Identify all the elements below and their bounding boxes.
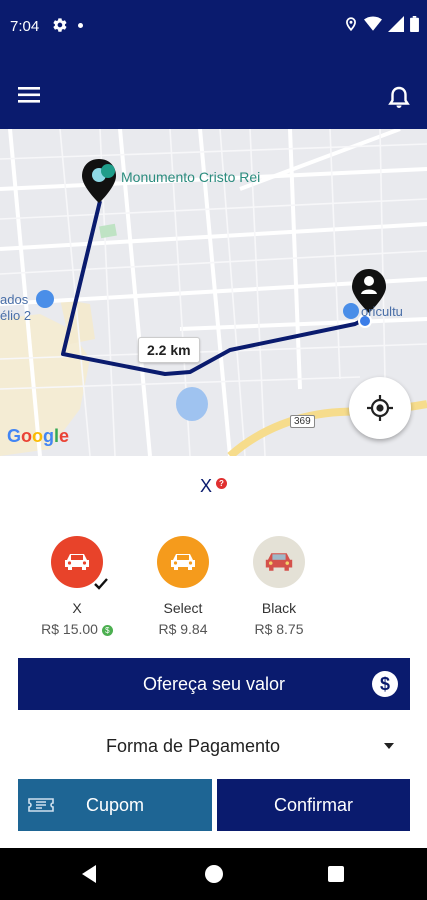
car-x-price: R$ 15.00 $	[27, 621, 127, 637]
ticket-icon	[28, 798, 54, 812]
car-icon	[65, 554, 89, 570]
location-pin-icon	[346, 17, 356, 32]
back-icon[interactable]	[80, 864, 98, 884]
cash-icon: $	[101, 624, 113, 636]
car-icon	[265, 553, 293, 571]
status-bar: 7:04	[0, 0, 427, 56]
confirm-label: Confirmar	[273, 794, 353, 815]
google-attribution-logo: Google	[7, 426, 69, 447]
car-x-price-value: R$ 15.00	[41, 621, 98, 637]
car-option-x[interactable]: X R$ 15.00 $	[27, 536, 127, 637]
offer-value-label: Ofereça seu valor	[142, 673, 286, 694]
app-bar	[0, 56, 427, 129]
google-letter: e	[59, 426, 70, 446]
wifi-icon	[364, 16, 382, 31]
system-nav-bar	[0, 848, 427, 900]
dropdown-caret-icon	[384, 743, 394, 749]
car-select-circle	[157, 536, 209, 588]
car-select-name: Select	[163, 600, 203, 616]
selected-category-label: X	[199, 476, 212, 496]
distance-label: 2.2 km	[138, 337, 200, 363]
car-option-select[interactable]: Select R$ 9.84	[133, 536, 233, 637]
signal-icon	[388, 16, 404, 32]
map-view[interactable]: Monumento Cristo Rei ados élio 2 oricult…	[0, 129, 427, 456]
left-place-label: ados élio 2	[0, 292, 31, 324]
battery-icon	[410, 16, 419, 32]
offer-value-button[interactable]: Ofereça seu valor $	[18, 658, 410, 710]
my-location-button[interactable]	[349, 377, 411, 439]
status-right-icons	[344, 16, 419, 32]
coupon-label: Cupom	[85, 794, 145, 815]
crosshair-location-icon	[367, 395, 393, 421]
payment-method-label: Forma de Pagamento	[105, 736, 281, 756]
coupon-button[interactable]: Cupom	[18, 779, 212, 831]
destination-place-label: Monumento Cristo Rei	[121, 169, 261, 185]
notifications-button[interactable]	[387, 85, 413, 111]
car-option-black[interactable]: Black R$ 8.75	[229, 536, 329, 637]
help-badge-icon[interactable]: ?	[216, 478, 227, 489]
car-icon	[171, 554, 195, 570]
status-left-icons	[52, 17, 83, 33]
notification-dot-icon	[78, 22, 83, 28]
settings-gear-icon	[53, 18, 67, 32]
recent-apps-icon[interactable]	[328, 866, 344, 882]
google-letter: g	[43, 426, 55, 446]
hamburger-menu-icon	[18, 87, 40, 103]
confirm-button[interactable]: Confirmar	[217, 779, 410, 831]
car-black-price: R$ 8.75	[254, 621, 304, 637]
payment-method-select[interactable]: Forma de Pagamento	[18, 724, 410, 768]
left-place-label-line2: élio 2	[0, 308, 32, 323]
car-x-name: X	[72, 600, 82, 616]
road-number-badge: 369	[290, 415, 315, 428]
car-x-circle	[51, 536, 108, 590]
car-black-circle	[253, 536, 305, 588]
selected-category: X?	[0, 476, 427, 497]
google-letter: G	[7, 426, 22, 446]
bell-icon	[388, 86, 410, 108]
left-place-label-line1: ados	[0, 292, 29, 307]
checkmark-icon	[94, 578, 108, 590]
google-letter: o	[32, 426, 44, 446]
car-black-name: Black	[261, 600, 297, 616]
home-icon[interactable]	[205, 865, 223, 883]
right-place-label: oricultu	[361, 304, 403, 319]
menu-button[interactable]	[18, 85, 44, 107]
dollar-icon: $	[372, 671, 398, 697]
google-letter: o	[21, 426, 33, 446]
status-time: 7:04	[10, 18, 40, 35]
car-select-price: R$ 9.84	[158, 621, 208, 637]
